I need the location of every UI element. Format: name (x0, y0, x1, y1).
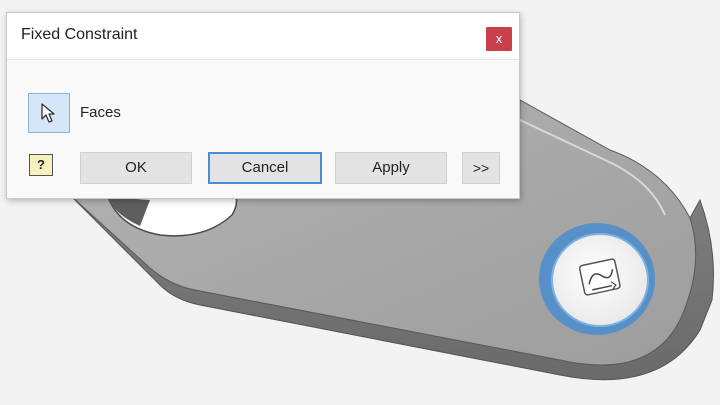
dialog-title: Fixed Constraint (21, 26, 138, 43)
fixed-constraint-icon[interactable] (578, 258, 621, 296)
help-icon: ? (37, 157, 45, 172)
close-button[interactable]: x (486, 27, 512, 51)
help-button[interactable]: ? (29, 154, 53, 176)
apply-button[interactable]: Apply (335, 152, 447, 184)
dialog-titlebar[interactable]: Fixed Constraint x (7, 13, 519, 60)
close-icon: x (495, 31, 503, 46)
more-options-button[interactable]: >> (462, 152, 500, 184)
cursor-arrow-icon (41, 103, 55, 123)
fixed-constraint-dialog: Fixed Constraint x Faces ? OK Cancel App… (6, 12, 520, 199)
faces-select-button[interactable] (28, 93, 70, 133)
ok-button[interactable]: OK (80, 152, 192, 184)
faces-label: Faces (80, 104, 121, 121)
cancel-button[interactable]: Cancel (208, 152, 322, 184)
